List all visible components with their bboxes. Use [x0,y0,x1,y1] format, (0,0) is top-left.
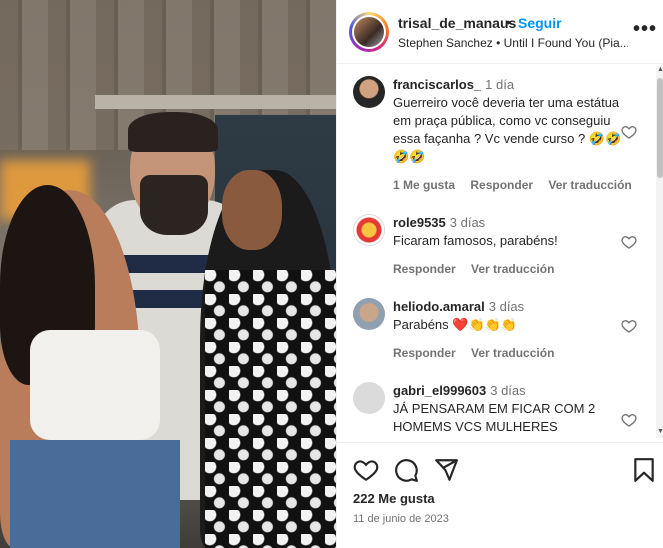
man-beard [140,175,208,235]
comment-text: Ficaram famosos, parabéns! [393,233,558,248]
avatar[interactable] [353,214,385,246]
comments-scrollbar[interactable]: ▲ ▼ [656,66,663,438]
comment-body: heliodo.amaral 3 días Parabéns ❤️👏👏👏 [393,298,623,334]
avatar[interactable] [353,76,385,108]
post-username[interactable]: trisal_de_manaus [398,15,516,31]
story-ring[interactable] [349,12,389,52]
woman-right-face [222,170,282,250]
comment-actions: Responder Ver traducción [393,262,566,276]
comment-username[interactable]: gabri_el999603 [393,383,486,398]
woman-left-top [30,330,160,440]
comment-text: JÁ PENSARAM EM FICAR COM 2 HOMEMS VCS MU… [393,401,596,434]
more-icon[interactable]: ••• [633,18,657,41]
avatar[interactable] [353,298,385,330]
share-icon[interactable] [433,457,459,483]
heart-icon[interactable] [621,124,637,140]
post-panel: trisal_de_manaus • Seguir Stephen Sanche… [336,0,663,548]
comment-time: 3 días [488,299,525,314]
comment-time: 3 días [449,215,486,230]
heart-icon[interactable] [621,234,637,250]
bookmark-icon[interactable] [631,457,657,483]
comment-icon[interactable] [393,457,419,483]
man-hair [128,112,218,152]
heart-icon[interactable] [621,318,637,334]
separator-dot: • [506,14,511,30]
scroll-up-icon[interactable]: ▲ [657,66,663,73]
woman-right-dress [205,270,336,548]
song-link[interactable]: Stephen Sanchez • Until I Found You (Pia… [398,36,628,50]
likes-count[interactable]: 222 Me gusta [353,491,435,506]
comment-body: role9535 3 días Ficaram famosos, parabéns… [393,214,623,250]
post-date: 11 de junio de 2023 [353,513,449,525]
comment-text: Parabéns ❤️👏👏👏 [393,317,518,332]
comment-time: 1 día [485,77,515,92]
avatar [354,17,384,47]
post-footer: 222 Me gusta 11 de junio de 2023 [337,442,663,548]
scroll-thumb[interactable] [657,78,663,178]
avatar[interactable] [353,382,385,414]
post-media[interactable] [0,0,336,548]
translate-button[interactable]: Ver traducción [471,346,554,360]
post-header: trisal_de_manaus • Seguir Stephen Sanche… [337,0,663,64]
heart-icon[interactable] [353,457,379,483]
comment-likes[interactable]: 1 Me gusta [393,178,455,192]
background-beam [95,95,336,109]
comment-body: gabri_el999603 3 días JÁ PENSARAM EM FICA… [393,382,623,436]
comment-username[interactable]: role9535 [393,215,446,230]
translate-button[interactable]: Ver traducción [471,262,554,276]
reply-button[interactable]: Responder [393,262,456,276]
comment-username[interactable]: heliodo.amaral [393,299,485,314]
reply-button[interactable]: Responder [470,178,533,192]
woman-left-jeans [10,440,180,548]
comment-username[interactable]: franciscarlos_ [393,77,481,92]
comment-time: 3 días [490,383,526,398]
comment-body: franciscarlos_ 1 día Guerreiro você dever… [393,76,623,166]
comments-list: franciscarlos_ 1 día Guerreiro você dever… [337,64,663,442]
translate-button[interactable]: Ver traducción [548,178,631,192]
heart-icon[interactable] [621,412,637,428]
comment-text: Guerreiro você deveria ter uma estátua e… [393,95,622,164]
scroll-down-icon[interactable]: ▼ [657,428,663,435]
comment-actions: 1 Me gusta Responder Ver traducción [393,178,644,192]
reply-button[interactable]: Responder [393,346,456,360]
comment-actions: Responder Ver traducción [393,346,566,360]
follow-button[interactable]: Seguir [518,15,562,31]
